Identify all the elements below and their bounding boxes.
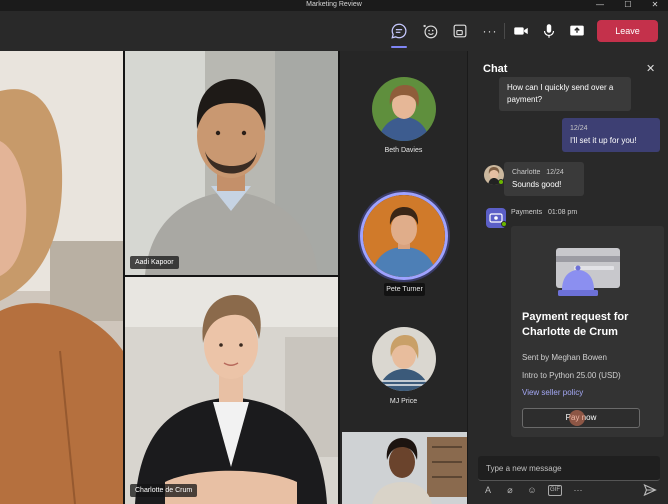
message-text: Sounds good! [512,180,562,189]
maximize-icon[interactable]: ☐ [616,0,640,11]
avatar-pete[interactable] [360,192,448,280]
cursor-highlight [569,410,585,426]
chat-title: Chat [483,63,508,75]
message-time: 12/24 [570,125,588,132]
chat-message: How can I quickly send over a payment? [499,77,631,111]
window-title: Marketing Review [306,1,362,8]
seller-policy-link[interactable]: View seller policy [522,388,583,397]
payment-title-line: Charlotte de Crum [522,326,618,338]
attach-icon[interactable]: ⌀ [504,485,516,496]
video-tile-charlotte[interactable]: Charlotte de Crum [125,277,338,504]
participant-name: Charlotte de Crum [130,484,198,497]
payment-request-card: Payment request for Charlotte de Crum Se… [511,226,664,437]
payments-header: Payments 01:08 pm [511,209,577,216]
rooms-icon[interactable] [448,19,472,43]
message-time: 12/24 [546,169,564,176]
reactions-icon[interactable] [418,19,442,43]
close-window-icon[interactable]: ✕ [643,0,667,11]
online-status-icon [501,221,507,227]
chat-panel: Chat ✕ How can I quickly send over a pay… [467,51,668,504]
message-text: payment? [507,95,543,104]
minimize-icon[interactable]: — [588,0,612,11]
more-icon[interactable]: ··· [478,19,502,43]
payment-item: Intro to Python 25.00 (USD) [522,371,621,380]
mic-icon[interactable] [537,19,561,43]
gif-icon[interactable]: GIF [548,484,562,496]
video-tile-gallery-bottom[interactable] [342,432,467,504]
meeting-toolbar: ··· Leave [0,11,668,51]
participant-name: Aadi Kapoor [130,256,179,269]
send-icon[interactable] [643,483,657,497]
message-text: How can I quickly send over a [507,83,614,92]
payment-title: Payment request for Charlotte de Crum [522,310,662,340]
camera-icon[interactable] [509,19,533,43]
more-options-icon[interactable]: ··· [572,485,584,495]
emoji-icon[interactable]: ☺ [526,485,538,495]
message-sender: Payments [511,209,543,216]
leave-button[interactable]: Leave [597,20,658,42]
close-icon[interactable]: ✕ [646,62,655,75]
format-icon[interactable]: A [482,485,494,495]
compose-box[interactable] [478,456,660,481]
payment-title-line: Payment request for [522,311,629,323]
toolbar-divider [504,23,505,39]
gallery-name: Beth Davies [384,147,423,154]
gallery-name: Pete Turner [384,283,425,296]
compose-toolbar: A ⌀ ☺ GIF ··· [482,483,584,497]
video-tile-left[interactable] [0,51,123,504]
message-sender: Charlotte [512,169,541,176]
video-stage: Aadi Kapoor Charlotte de Crum Beth Davie… [0,51,467,504]
message-input[interactable] [478,456,660,480]
message-time: 01:08 pm [547,209,578,216]
share-screen-icon[interactable] [565,19,589,43]
chat-message-mine: 12/24 I'll set it up for you! [562,118,660,152]
avatar-beth[interactable] [372,77,436,141]
chat-icon[interactable] [387,19,411,48]
payment-sent-by: Sent by Meghan Bowen [522,353,607,362]
message-text: I'll set it up for you! [570,136,637,145]
title-bar: Marketing Review — ☐ ✕ [0,0,668,11]
avatar-mj[interactable] [372,327,436,391]
payment-illustration-icon [556,248,620,296]
chat-message: Charlotte 12/24 Sounds good! [504,162,584,196]
gallery-name: MJ Price [389,398,418,405]
gallery-strip: Beth Davies Pete Turner MJ Price [340,51,467,504]
video-tile-aadi[interactable]: Aadi Kapoor [125,51,338,275]
